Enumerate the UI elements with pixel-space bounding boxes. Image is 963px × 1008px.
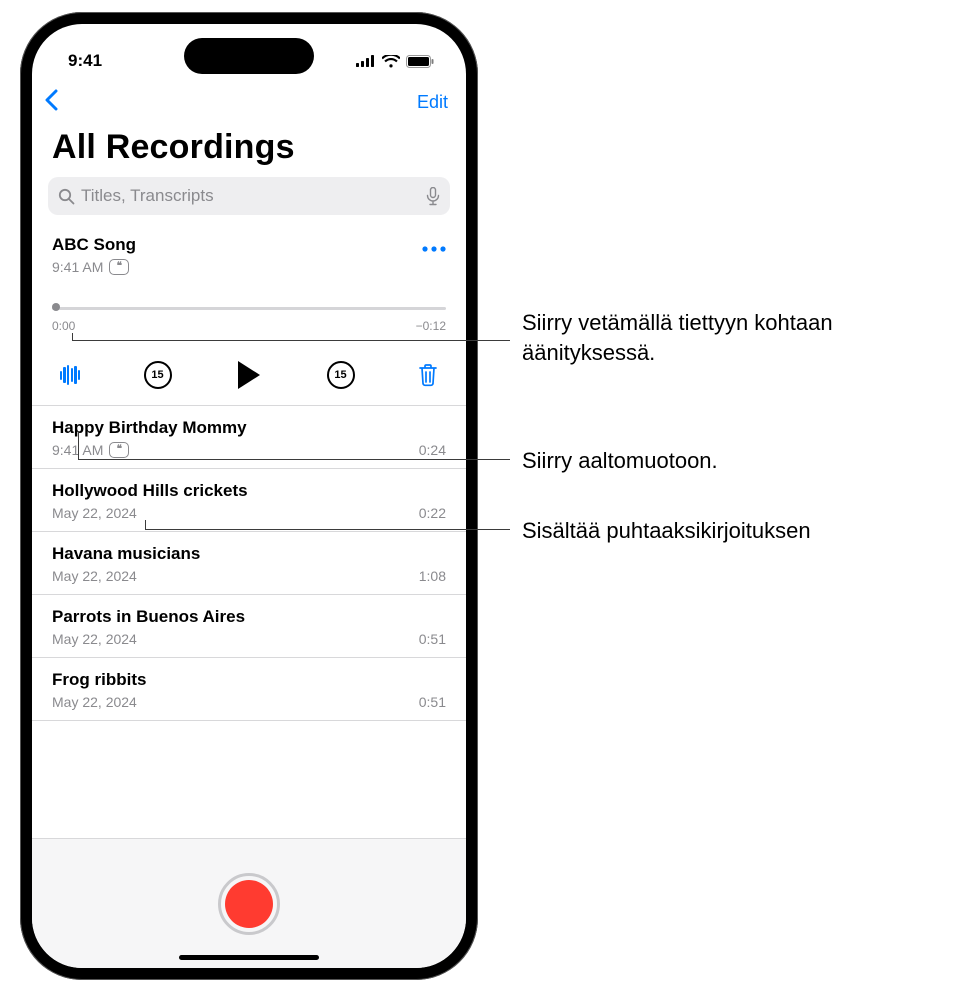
elapsed-time: 0:00 (52, 319, 75, 333)
trash-icon (417, 363, 439, 387)
recording-title: Frog ribbits (52, 670, 446, 690)
skip-forward-button[interactable]: 15 (325, 359, 357, 391)
callout-line (145, 520, 146, 529)
phone-screen: 9:41 Edit All Recordings Titles, Transcr… (32, 24, 466, 968)
recording-duration: 0:22 (419, 505, 446, 521)
record-button[interactable] (218, 873, 280, 935)
delete-button[interactable] (412, 359, 444, 391)
recording-duration: 0:51 (419, 631, 446, 647)
recording-duration: 0:51 (419, 694, 446, 710)
cellular-icon (356, 55, 376, 67)
expanded-time: 9:41 AM (52, 259, 103, 275)
recording-subtitle: May 22, 2024 (52, 694, 137, 710)
skip-back-icon: 15 (144, 361, 172, 389)
recording-subtitle: May 22, 2024 (52, 568, 137, 584)
home-indicator[interactable] (179, 955, 319, 960)
callout-line (78, 459, 510, 460)
transcript-icon: ❝ (109, 259, 129, 275)
recording-title: Hollywood Hills crickets (52, 481, 446, 501)
playback-scrubber[interactable] (52, 303, 446, 313)
callout-line (78, 432, 79, 459)
list-item[interactable]: Havana musicians May 22, 2024 1:08 (32, 532, 466, 595)
callout-line (72, 340, 510, 341)
transcript-icon: ❝ (109, 442, 129, 458)
search-placeholder: Titles, Transcripts (81, 186, 420, 206)
status-time: 9:41 (68, 51, 102, 71)
expanded-title: ABC Song (52, 235, 136, 255)
phone-frame: 9:41 Edit All Recordings Titles, Transcr… (20, 12, 478, 980)
recording-title: Parrots in Buenos Aires (52, 607, 446, 627)
search-icon (58, 188, 75, 205)
recording-title: Havana musicians (52, 544, 446, 564)
skip-fwd-label: 15 (334, 369, 346, 381)
callout-scrubber: Siirry vetämällä tiettyyn kohtaan äänity… (522, 308, 882, 367)
mic-icon[interactable] (426, 187, 440, 206)
callout-waveform: Siirry aaltomuotoon. (522, 446, 718, 476)
recordings-list: ABC Song 9:41 AM ❝ 0:00 (32, 223, 466, 838)
battery-icon (406, 55, 434, 68)
callout-line (72, 333, 73, 340)
recording-duration: 0:24 (419, 442, 446, 458)
back-button[interactable] (44, 89, 58, 115)
bottom-bar (32, 838, 466, 968)
status-right (356, 55, 434, 68)
waveform-icon (60, 365, 81, 385)
recording-subtitle: May 22, 2024 (52, 631, 137, 647)
scrubber-track (52, 307, 446, 310)
play-icon (238, 361, 260, 389)
skip-forward-icon: 15 (327, 361, 355, 389)
search-field[interactable]: Titles, Transcripts (48, 177, 450, 215)
waveform-button[interactable] (54, 359, 86, 391)
more-button[interactable] (422, 235, 446, 258)
dynamic-island (184, 38, 314, 74)
playback-controls: 15 15 (52, 359, 446, 391)
expanded-recording[interactable]: ABC Song 9:41 AM ❝ 0:00 (32, 223, 466, 406)
scrubber-thumb[interactable] (52, 303, 60, 311)
edit-button[interactable]: Edit (417, 92, 448, 113)
list-item[interactable]: Hollywood Hills crickets May 22, 2024 0:… (32, 469, 466, 532)
wifi-icon (382, 55, 400, 68)
record-icon (225, 880, 273, 928)
callout-line (145, 529, 510, 530)
play-button[interactable] (229, 359, 269, 391)
skip-back-button[interactable]: 15 (142, 359, 174, 391)
list-item[interactable]: Frog ribbits May 22, 2024 0:51 (32, 658, 466, 721)
recording-duration: 1:08 (419, 568, 446, 584)
list-item[interactable]: Parrots in Buenos Aires May 22, 2024 0:5… (32, 595, 466, 658)
callout-transcript: Sisältää puhtaaksikirjoituksen (522, 516, 811, 546)
remaining-time: −0:12 (416, 319, 446, 333)
skip-back-label: 15 (151, 369, 163, 381)
nav-bar: Edit (32, 80, 466, 120)
recording-subtitle: May 22, 2024 (52, 505, 137, 521)
recording-title: Happy Birthday Mommy (52, 418, 446, 438)
page-title: All Recordings (32, 120, 466, 177)
